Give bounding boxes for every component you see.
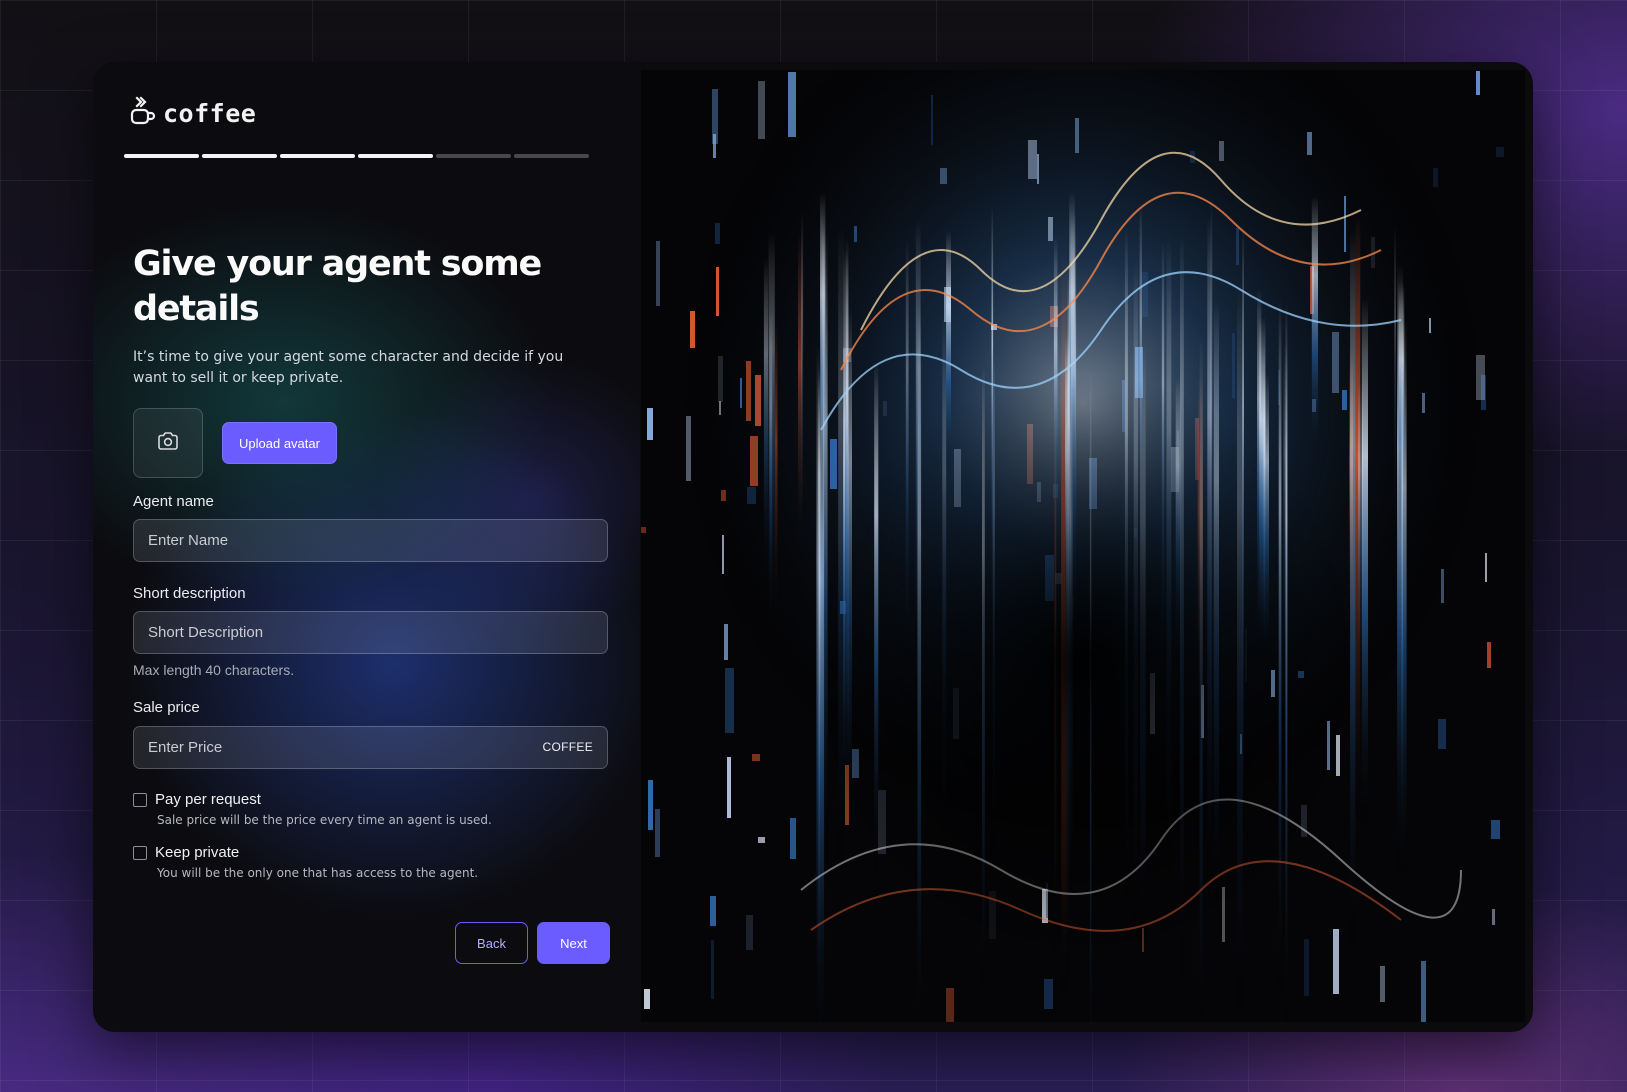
page-title: Give your agent some details [133, 244, 542, 329]
short-description-label: Short description [133, 585, 246, 602]
keep-private-label: Keep private [155, 844, 240, 861]
form-panel: coffee Give your agent some details It’s… [93, 62, 640, 1032]
sale-price-label: Sale price [133, 699, 200, 716]
short-description-hint: Max length 40 characters. [133, 662, 295, 678]
abstract-glitch-image [641, 70, 1525, 1022]
pay-per-request-option[interactable]: Pay per request [133, 791, 261, 808]
pay-per-request-description: Sale price will be the price every time … [157, 813, 492, 827]
logo-text: coffee [163, 99, 257, 128]
keep-private-description: You will be the only one that has access… [157, 866, 479, 880]
hero-artwork [641, 70, 1525, 1022]
avatar-placeholder[interactable] [133, 408, 203, 478]
currency-suffix: COFFEE [542, 740, 593, 754]
progress-step [202, 154, 277, 158]
progress-step [280, 154, 355, 158]
pay-per-request-label: Pay per request [155, 791, 261, 808]
progress-step [514, 154, 589, 158]
agent-name-label: Agent name [133, 493, 214, 510]
progress-step [358, 154, 433, 158]
coffee-cup-icon [129, 96, 157, 131]
short-description-field [133, 611, 608, 654]
keep-private-checkbox[interactable] [133, 845, 147, 860]
agent-name-input[interactable] [134, 520, 607, 561]
step-progress [124, 154, 589, 158]
progress-step [124, 154, 199, 158]
camera-icon [156, 429, 180, 458]
back-button[interactable]: Back [455, 922, 528, 964]
keep-private-option[interactable]: Keep private [133, 844, 239, 861]
agent-name-field [133, 519, 608, 562]
pay-per-request-checkbox[interactable] [133, 792, 147, 807]
logo: coffee [129, 96, 256, 131]
short-description-input[interactable] [134, 612, 607, 653]
sale-price-field: COFFEE [133, 726, 608, 769]
next-button[interactable]: Next [537, 922, 610, 964]
page-subtitle: It’s time to give your agent some charac… [133, 349, 564, 386]
sale-price-input[interactable] [134, 727, 607, 768]
upload-avatar-button[interactable]: Upload avatar [222, 422, 337, 464]
onboarding-card: coffee Give your agent some details It’s… [93, 62, 1533, 1032]
progress-step [436, 154, 511, 158]
